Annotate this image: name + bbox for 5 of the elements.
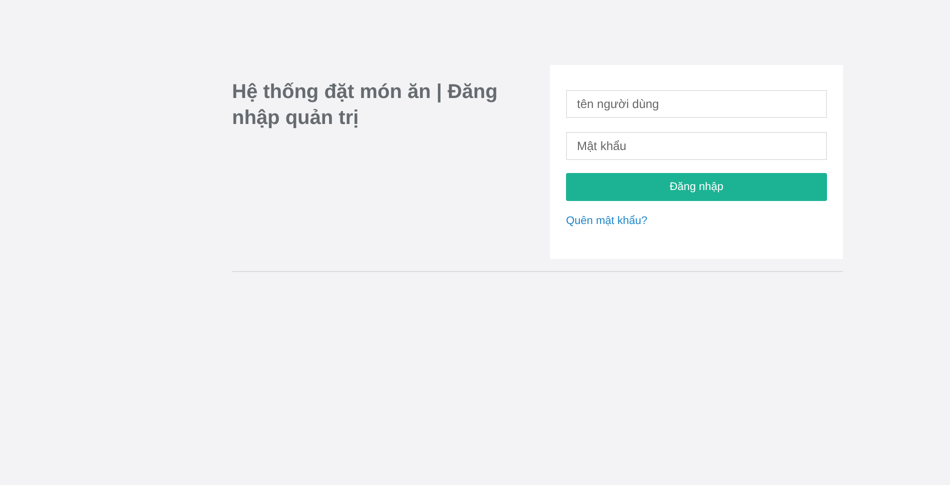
page-heading: Hệ thống đặt món ăn | Đăng nhập quản trị — [232, 80, 499, 131]
login-button[interactable]: Đăng nhập — [566, 173, 827, 201]
forgot-password-link[interactable]: Quên mật khẩu? — [566, 213, 648, 230]
password-field[interactable]: Mật khẩu — [566, 132, 827, 160]
username-field[interactable]: tên người dùng — [566, 90, 827, 118]
